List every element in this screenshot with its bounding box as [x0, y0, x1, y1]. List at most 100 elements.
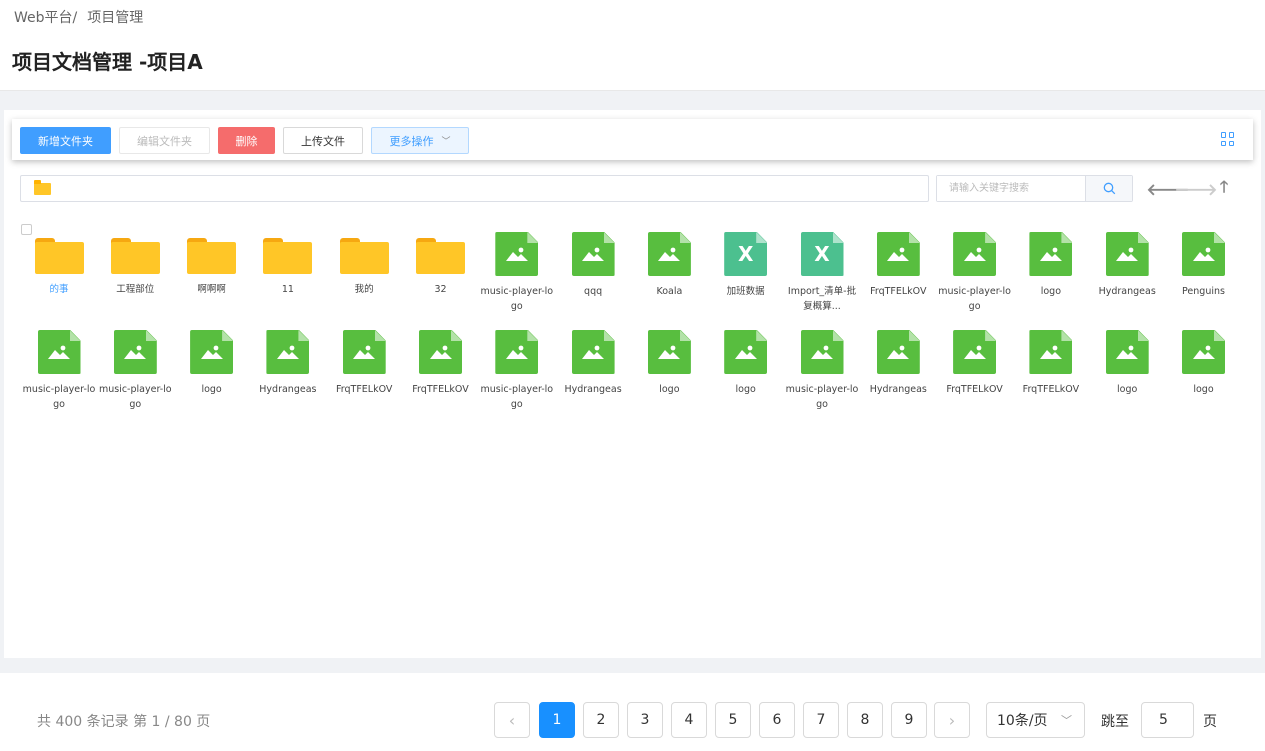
file-item[interactable]: logo [631, 330, 707, 412]
image-file-icon [876, 330, 920, 374]
breadcrumb-root[interactable]: Web平台/ [14, 10, 77, 26]
item-name: Import_清单-批复概算... [787, 286, 857, 312]
page-6-button[interactable]: 6 [759, 702, 795, 738]
folder-item[interactable]: 11 [250, 232, 326, 312]
item-name: music-player-logo [938, 286, 1011, 312]
jump-page-input[interactable] [1141, 702, 1194, 738]
file-item[interactable]: Penguins [1166, 232, 1242, 314]
image-file-icon [495, 232, 539, 276]
file-item[interactable]: FrqTFELkOV [860, 232, 936, 314]
folder-icon [263, 238, 313, 274]
forward-arrow-icon[interactable]: 🡒 [1175, 180, 1218, 199]
image-file-icon [1029, 232, 1073, 276]
page-4-button[interactable]: 4 [671, 702, 707, 738]
image-file-icon [419, 330, 462, 374]
file-item[interactable]: music-player-logo [479, 232, 555, 314]
file-item[interactable]: qqq [555, 232, 631, 314]
item-name: logo [659, 384, 680, 395]
search-box [936, 175, 1133, 202]
folder-icon [110, 238, 160, 274]
page-9-button[interactable]: 9 [891, 702, 927, 738]
item-name: 32 [434, 284, 447, 295]
total-records: 共 400 条记录 第 1 / 80 页 [37, 714, 211, 730]
folder-icon [34, 180, 51, 195]
page-2-button[interactable]: 2 [583, 702, 619, 738]
excel-file-icon: X [800, 232, 844, 276]
file-item[interactable]: music-player-logo [479, 330, 555, 412]
folder-icon [187, 238, 237, 274]
file-item[interactable]: logo [708, 330, 784, 412]
edit-folder-button[interactable]: 编辑文件夹 [119, 127, 210, 154]
folder-item[interactable]: 工程部位 [97, 232, 173, 312]
image-file-icon [1029, 330, 1073, 374]
image-file-icon [266, 330, 310, 374]
file-item[interactable]: FrqTFELkOV [326, 330, 402, 412]
item-name: music-player-logo [480, 286, 554, 312]
image-file-icon [647, 330, 691, 374]
page-8-button[interactable]: 8 [847, 702, 883, 738]
item-name: logo [1117, 384, 1138, 395]
image-file-icon [571, 232, 615, 276]
delete-button[interactable]: 删除 [218, 127, 275, 154]
next-page-button[interactable]: › [934, 702, 970, 738]
item-name: Hydrangeas [869, 384, 927, 395]
file-item[interactable]: X 加班数据 [708, 232, 784, 314]
page-header: Web平台/项目管理 项目文档管理 -项目A [0, 0, 1265, 91]
folder-item[interactable]: 的事 [21, 232, 97, 312]
file-item[interactable]: FrqTFELkOV [937, 330, 1013, 412]
more-actions-dropdown[interactable]: 更多操作 ﹀ [371, 127, 469, 154]
page-size-select[interactable]: 10条/页 ﹀ [986, 702, 1085, 738]
search-input[interactable] [937, 176, 1085, 201]
path-bar[interactable] [20, 175, 929, 202]
file-item[interactable]: logo [1089, 330, 1165, 412]
new-folder-button[interactable]: 新增文件夹 [20, 127, 111, 154]
item-name: Penguins [1182, 286, 1225, 297]
page-3-button[interactable]: 3 [627, 702, 663, 738]
folder-icon [339, 238, 389, 274]
folder-item[interactable]: 我的 [326, 232, 402, 312]
image-file-icon [724, 330, 768, 374]
file-item[interactable]: Hydrangeas [555, 330, 631, 412]
upload-file-button[interactable]: 上传文件 [283, 127, 363, 154]
file-item[interactable]: Hydrangeas [860, 330, 936, 412]
item-name: music-player-logo [480, 384, 554, 410]
file-item[interactable]: FrqTFELkOV [1013, 330, 1089, 412]
prev-page-button[interactable]: ‹ [494, 702, 530, 738]
file-item[interactable]: music-player-logo [937, 232, 1013, 314]
file-item[interactable]: FrqTFELkOV [403, 330, 479, 412]
item-name: music-player-logo [785, 384, 859, 410]
grid-view-icon[interactable] [1221, 132, 1235, 146]
folder-item[interactable]: 啊啊啊 [174, 232, 250, 312]
file-item[interactable]: Hydrangeas [250, 330, 326, 412]
item-name: Koala [656, 286, 683, 297]
page-5-button[interactable]: 5 [715, 702, 751, 738]
chevron-down-icon: ﹀ [441, 137, 451, 147]
item-name: 工程部位 [116, 284, 155, 295]
document-panel: 新增文件夹 编辑文件夹 删除 上传文件 更多操作 ﹀ 🡐 🡒 🡑 的事工程部位啊… [4, 110, 1261, 658]
item-name: 我的 [354, 284, 374, 295]
item-name: 的事 [49, 284, 69, 295]
file-item[interactable]: Hydrangeas [1089, 232, 1165, 314]
folder-item[interactable]: 32 [403, 232, 479, 312]
image-file-icon [647, 232, 691, 276]
page-7-button[interactable]: 7 [803, 702, 839, 738]
file-item[interactable]: logo [1013, 232, 1089, 314]
page-suffix-label: 页 [1203, 714, 1217, 730]
breadcrumb: Web平台/项目管理 [12, 7, 143, 27]
page-1-button[interactable]: 1 [539, 702, 575, 738]
search-button[interactable] [1085, 176, 1132, 201]
image-file-icon [1182, 330, 1225, 374]
file-item[interactable]: music-player-logo [97, 330, 173, 412]
file-item[interactable]: X Import_清单-批复概算... [784, 232, 860, 314]
search-icon [1103, 182, 1115, 195]
item-name: logo [201, 384, 222, 395]
file-item[interactable]: Koala [631, 232, 707, 314]
file-item[interactable]: music-player-logo [21, 330, 97, 412]
page-title: 项目文档管理 -项目A [12, 50, 203, 74]
file-item[interactable]: music-player-logo [784, 330, 860, 412]
pagination-bar: 共 400 条记录 第 1 / 80 页 ‹ 123456789 › 10条/页… [0, 673, 1265, 751]
file-item[interactable]: logo [174, 330, 250, 412]
more-actions-label: 更多操作 [389, 134, 434, 148]
file-item[interactable]: logo [1166, 330, 1242, 412]
up-arrow-icon[interactable]: 🡑 [1215, 177, 1233, 198]
